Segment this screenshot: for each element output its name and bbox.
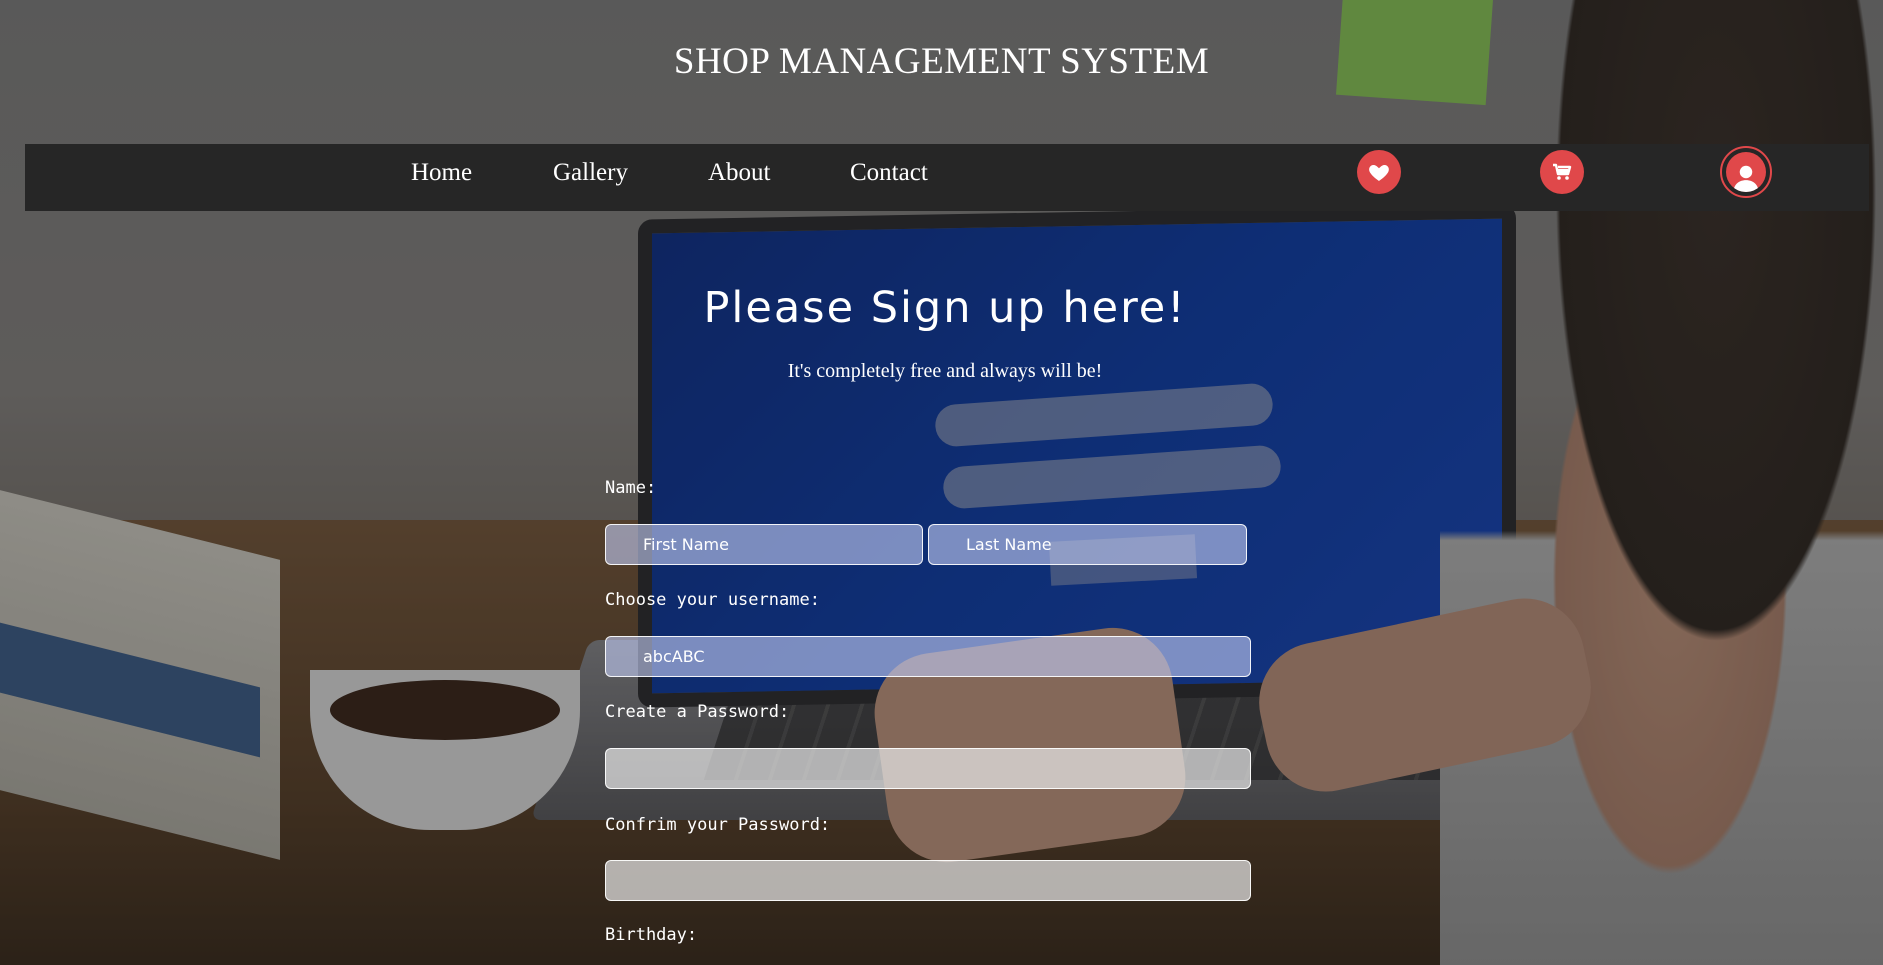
first-name-field[interactable] bbox=[605, 524, 923, 565]
confirm-password-field[interactable] bbox=[605, 860, 1251, 901]
navbar: Home Gallery About Contact bbox=[25, 144, 1869, 211]
nav-home-link[interactable]: Home bbox=[411, 155, 472, 191]
user-icon bbox=[1733, 165, 1759, 192]
password-field[interactable] bbox=[605, 748, 1251, 789]
nav-about-link[interactable]: About bbox=[708, 155, 771, 191]
birthday-label: Birthday: bbox=[605, 925, 698, 945]
wishlist-button[interactable] bbox=[1357, 150, 1401, 194]
username-label: Choose your username: bbox=[605, 590, 820, 610]
site-title: SHOP MANAGEMENT SYSTEM bbox=[673, 41, 1210, 82]
confirm-password-label: Confrim your Password: bbox=[605, 815, 831, 835]
cart-button[interactable] bbox=[1540, 150, 1584, 194]
name-label: Name: bbox=[605, 478, 657, 498]
username-field[interactable] bbox=[605, 636, 1251, 677]
account-button[interactable] bbox=[1720, 146, 1772, 198]
nav-contact-link[interactable]: Contact bbox=[850, 155, 928, 191]
nav-gallery-link[interactable]: Gallery bbox=[553, 155, 628, 191]
signup-heading: Please Sign up here! bbox=[703, 283, 1187, 333]
signup-subheading: It's completely free and always will be! bbox=[787, 360, 1103, 382]
heart-icon bbox=[1369, 165, 1389, 181]
cart-icon bbox=[1553, 163, 1572, 180]
last-name-field[interactable] bbox=[928, 524, 1247, 565]
password-label: Create a Password: bbox=[605, 702, 790, 722]
